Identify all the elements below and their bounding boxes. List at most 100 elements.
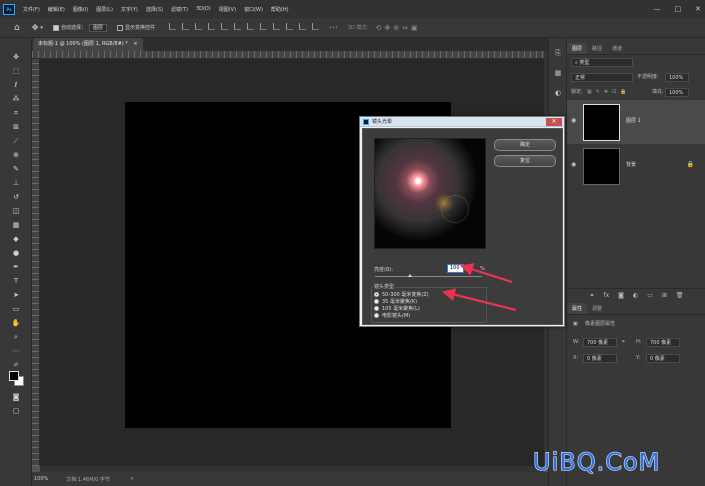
screen-mode-icon[interactable]: ▢ bbox=[11, 406, 21, 416]
menu-type[interactable]: 文字(Y) bbox=[121, 6, 138, 13]
layer-row-1[interactable]: ◉ 图层 1 bbox=[567, 100, 705, 144]
swatches-panel-icon[interactable]: ▦ bbox=[553, 68, 563, 78]
dialog-title-bar[interactable]: 镜头光晕 ✕ bbox=[360, 117, 564, 127]
layer-row-background[interactable]: ◉ 背景 🔒 bbox=[567, 144, 705, 188]
type-tool-icon[interactable]: T bbox=[11, 276, 21, 286]
eye-icon[interactable]: ◉ bbox=[571, 117, 576, 124]
link-icon[interactable]: ⚭ bbox=[589, 292, 594, 299]
tab-layers[interactable]: 图层 bbox=[567, 43, 588, 54]
radio-label-105mm[interactable]: 105 毫米聚焦(L) bbox=[382, 305, 420, 312]
menu-window[interactable]: 窗口(W) bbox=[244, 6, 263, 13]
3d-mode-icons[interactable]: ⟲✥⊕⇔▣ bbox=[375, 24, 420, 32]
dialog-close-button[interactable]: ✕ bbox=[546, 118, 562, 126]
show-transform-wrap[interactable]: 显示变换控件 bbox=[116, 24, 155, 31]
crop-tool-icon[interactable]: ⌗ bbox=[11, 108, 21, 118]
align-center-icon[interactable] bbox=[220, 23, 228, 30]
radio-movie-prime[interactable] bbox=[374, 313, 379, 318]
auto-select-dropdown[interactable]: 图层 bbox=[88, 23, 107, 32]
minimize-button[interactable]: — bbox=[654, 5, 661, 13]
link-dimensions-icon[interactable]: ⚭ bbox=[621, 338, 625, 347]
brightness-input[interactable]: 100 bbox=[447, 264, 464, 273]
tab-adjustments[interactable]: 调整 bbox=[587, 303, 607, 314]
more-tools-icon[interactable]: ⋯ bbox=[11, 346, 21, 356]
menu-layer[interactable]: 图层(L) bbox=[96, 6, 113, 13]
layer-filter-dropdown[interactable]: ⌕ 类型 bbox=[571, 58, 633, 67]
distribute-middle-icon[interactable] bbox=[259, 23, 267, 30]
radio-35mm[interactable] bbox=[374, 299, 379, 304]
document-tab-close-icon[interactable]: × bbox=[133, 41, 137, 47]
tool-preset-chevron-icon[interactable]: ▾ bbox=[40, 25, 43, 31]
maximize-button[interactable]: □ bbox=[675, 5, 682, 13]
brightness-slider-thumb[interactable] bbox=[408, 274, 413, 277]
ok-button[interactable]: 确定 bbox=[494, 139, 556, 151]
radio-label-movie-prime[interactable]: 电影镜头(M) bbox=[382, 312, 410, 319]
menu-image[interactable]: 图像(I) bbox=[73, 6, 88, 13]
close-window-button[interactable]: ✕ bbox=[695, 5, 701, 13]
radio-label-50-300mm[interactable]: 50-300 毫米变焦(Z) bbox=[382, 291, 429, 298]
height-field[interactable]: 700 像素 bbox=[646, 338, 680, 347]
dodge-tool-icon[interactable]: ● bbox=[11, 248, 21, 258]
clone-stamp-tool-icon[interactable]: ⊥ bbox=[11, 178, 21, 188]
zoom-level[interactable]: 100% bbox=[34, 476, 48, 482]
lasso-tool-icon[interactable]: ℓ bbox=[11, 80, 21, 90]
menu-view[interactable]: 视图(V) bbox=[219, 6, 236, 13]
swap-colors-icon[interactable]: ⇄ bbox=[11, 360, 21, 370]
move-tool-icon[interactable]: ✥ bbox=[32, 23, 39, 32]
distribute-center-icon[interactable] bbox=[298, 23, 306, 30]
menu-filter[interactable]: 滤镜(T) bbox=[171, 6, 188, 13]
auto-select-checkbox-wrap[interactable]: 自动选择： bbox=[52, 24, 86, 31]
more-options-icon[interactable]: ••• bbox=[329, 25, 338, 31]
tab-channels[interactable]: 通道 bbox=[607, 43, 627, 54]
tab-paths[interactable]: 路径 bbox=[587, 43, 607, 54]
frame-tool-icon[interactable]: ⊠ bbox=[11, 122, 21, 132]
new-layer-icon[interactable]: ⊞ bbox=[662, 292, 667, 299]
flare-preview[interactable] bbox=[374, 138, 486, 249]
y-field[interactable]: 0 像素 bbox=[646, 354, 680, 363]
distribute-left-icon[interactable] bbox=[285, 23, 293, 30]
adjustments-panel-icon[interactable]: ◐ bbox=[553, 88, 563, 98]
magic-wand-tool-icon[interactable]: ⁂ bbox=[11, 94, 21, 104]
menu-file[interactable]: 文件(F) bbox=[23, 6, 40, 13]
mask-icon[interactable]: ◙ bbox=[618, 292, 624, 299]
quick-mask-icon[interactable]: ◙ bbox=[11, 392, 21, 402]
trash-icon[interactable]: 🗑 bbox=[676, 292, 684, 299]
rectangle-tool-icon[interactable]: ▭ bbox=[11, 304, 21, 314]
adjustment-icon[interactable]: ◐ bbox=[633, 292, 638, 299]
hand-tool-icon[interactable]: ✋ bbox=[11, 318, 21, 328]
align-middle-icon[interactable] bbox=[181, 23, 189, 30]
align-bottom-icon[interactable] bbox=[194, 23, 202, 30]
pen-tool-icon[interactable]: ✒ bbox=[11, 262, 21, 272]
eye-icon[interactable]: ◉ bbox=[571, 161, 576, 168]
lock-icons[interactable]: ▦✎✥⊡🔒 bbox=[587, 88, 631, 97]
fx-icon[interactable]: fx bbox=[603, 292, 609, 299]
document-tab[interactable]: 未标题-1 @ 100% (图层 1, RGB/8#) * × bbox=[33, 38, 143, 51]
history-panel-icon[interactable]: ⎘ bbox=[553, 48, 563, 58]
gradient-tool-icon[interactable]: ▦ bbox=[11, 220, 21, 230]
brightness-slider-track[interactable] bbox=[375, 276, 482, 277]
foreground-color-swatch[interactable] bbox=[9, 371, 19, 381]
group-icon[interactable]: ▭ bbox=[647, 292, 653, 299]
blur-tool-icon[interactable]: ◆ bbox=[11, 234, 21, 244]
marquee-tool-icon[interactable]: ⬚ bbox=[11, 66, 21, 76]
align-right-icon[interactable] bbox=[233, 23, 241, 30]
align-top-icon[interactable] bbox=[168, 23, 176, 30]
show-transform-checkbox[interactable] bbox=[116, 24, 123, 31]
flare-center-crosshair-icon[interactable] bbox=[415, 178, 421, 184]
status-expand-icon[interactable]: > bbox=[130, 476, 134, 482]
home-icon[interactable]: ⌂ bbox=[14, 23, 20, 33]
move-tool-icon[interactable]: ✥ bbox=[11, 52, 21, 62]
healing-brush-tool-icon[interactable]: ⊕ bbox=[11, 150, 21, 160]
menu-3d[interactable]: 3D(D) bbox=[196, 6, 211, 12]
menu-select[interactable]: 选择(S) bbox=[146, 6, 163, 13]
eraser-tool-icon[interactable]: ◫ bbox=[11, 206, 21, 216]
path-selection-tool-icon[interactable]: ➤ bbox=[11, 290, 21, 300]
auto-select-checkbox[interactable] bbox=[52, 24, 59, 31]
width-field[interactable]: 700 像素 bbox=[583, 338, 617, 347]
distribute-right-icon[interactable] bbox=[311, 23, 319, 30]
opacity-field[interactable]: 100% bbox=[665, 73, 689, 82]
zoom-tool-icon[interactable]: ⌕ bbox=[11, 332, 21, 342]
fill-field[interactable]: 100% bbox=[665, 88, 689, 97]
radio-label-35mm[interactable]: 35 毫米聚焦(K) bbox=[382, 298, 417, 305]
menu-edit[interactable]: 编辑(E) bbox=[48, 6, 65, 13]
align-left-icon[interactable] bbox=[207, 23, 215, 30]
